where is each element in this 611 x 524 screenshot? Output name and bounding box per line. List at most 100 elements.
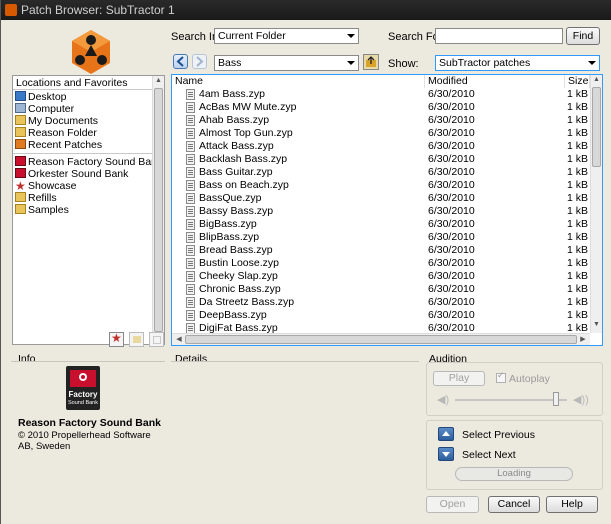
folder-icon: [15, 204, 26, 214]
scroll-up-icon[interactable]: ▲: [153, 77, 164, 84]
folder-dropdown[interactable]: Bass: [214, 55, 359, 71]
volume-slider-thumb[interactable]: [552, 392, 559, 406]
add-folder-favorite-button[interactable]: [129, 332, 144, 347]
location-orkester-sound-bank[interactable]: Orkester Sound Bank: [15, 168, 128, 180]
forward-button[interactable]: [192, 54, 207, 69]
show-dropdown[interactable]: SubTractor patches: [435, 55, 600, 71]
scroll-down-icon[interactable]: ▼: [591, 321, 602, 328]
search-in-dropdown[interactable]: Current Folder: [214, 28, 359, 44]
patch-file-icon: [186, 128, 195, 139]
parent-folder-button[interactable]: [363, 54, 379, 70]
cancel-button[interactable]: Cancel: [488, 496, 540, 513]
scrollbar-thumb[interactable]: [185, 335, 577, 344]
location-label: Desktop: [28, 91, 67, 103]
file-row[interactable]: Ahab Bass.zyp 6/30/2010 1 kB: [172, 114, 590, 127]
file-row[interactable]: Bass on Beach.zyp 6/30/2010 1 kB: [172, 179, 590, 192]
file-modified: 6/30/2010: [428, 127, 475, 139]
soundbank-icon: [15, 168, 26, 178]
location-label: Orkester Sound Bank: [28, 168, 129, 180]
patch-file-icon: [186, 232, 195, 243]
location-computer[interactable]: Computer: [15, 103, 74, 115]
file-row[interactable]: Da Streetz Bass.zyp 6/30/2010 1 kB: [172, 296, 590, 309]
find-button[interactable]: Find: [566, 27, 600, 45]
scroll-up-icon[interactable]: ▲: [591, 76, 602, 83]
file-row[interactable]: Attack Bass.zyp 6/30/2010 1 kB: [172, 140, 590, 153]
back-button[interactable]: [173, 54, 188, 69]
file-name: DeepBass.zyp: [199, 309, 267, 321]
search-in-value: Current Folder: [218, 30, 286, 42]
file-row[interactable]: Cheeky Slap.zyp 6/30/2010 1 kB: [172, 270, 590, 283]
file-size: 1 kB: [567, 88, 589, 100]
file-row[interactable]: Bassy Bass.zyp 6/30/2010 1 kB: [172, 205, 590, 218]
file-row[interactable]: BigBass.zyp 6/30/2010 1 kB: [172, 218, 590, 231]
column-header-modified[interactable]: Modified: [425, 75, 565, 88]
location-my-documents[interactable]: My Documents: [15, 115, 98, 127]
location-reason-folder[interactable]: Reason Folder: [15, 127, 97, 139]
patch-file-icon: [186, 245, 195, 256]
file-row[interactable]: BlipBass.zyp 6/30/2010 1 kB: [172, 231, 590, 244]
divider: [171, 361, 419, 362]
scroll-right-icon[interactable]: ▶: [578, 335, 588, 343]
folder-icon: [15, 115, 26, 125]
file-modified: 6/30/2010: [428, 114, 475, 126]
file-size: 1 kB: [567, 205, 589, 217]
select-previous-button[interactable]: [438, 427, 454, 441]
show-value: SubTractor patches: [439, 57, 531, 69]
column-header-name[interactable]: Name: [172, 75, 425, 88]
location-label: Samples: [28, 204, 69, 216]
patch-file-icon: [186, 193, 195, 204]
file-name: Bustin Loose.zyp: [199, 257, 279, 269]
file-row[interactable]: Bustin Loose.zyp 6/30/2010 1 kB: [172, 257, 590, 270]
search-for-input[interactable]: [435, 28, 563, 44]
file-row[interactable]: Chronic Bass.zyp 6/30/2010 1 kB: [172, 283, 590, 296]
location-label: Computer: [28, 103, 75, 115]
file-modified: 6/30/2010: [428, 283, 475, 295]
file-row[interactable]: Backlash Bass.zyp 6/30/2010 1 kB: [172, 153, 590, 166]
file-list-vscrollbar[interactable]: ▲ ▼: [590, 75, 602, 333]
patch-file-icon: [186, 154, 195, 165]
file-modified: 6/30/2010: [428, 88, 475, 100]
checkmark-icon: ✓: [497, 370, 505, 380]
scroll-left-icon[interactable]: ◀: [174, 335, 184, 343]
location-showcase[interactable]: ★ Showcase: [15, 180, 76, 192]
file-row[interactable]: 4am Bass.zyp 6/30/2010 1 kB: [172, 88, 590, 101]
open-button[interactable]: Open: [426, 496, 479, 513]
file-row[interactable]: DigiFat Bass.zyp 6/30/2010 1 kB: [172, 322, 590, 333]
select-next-button[interactable]: [438, 447, 454, 461]
recent-icon: [15, 139, 26, 149]
scrollbar-thumb[interactable]: [154, 88, 163, 332]
locations-scrollbar[interactable]: ▲ ▼: [152, 76, 164, 344]
location-refills[interactable]: Refills: [15, 192, 57, 204]
volume-low-icon: ◀): [437, 394, 450, 406]
file-row[interactable]: Almost Top Gun.zyp 6/30/2010 1 kB: [172, 127, 590, 140]
file-row[interactable]: BassQue.zyp 6/30/2010 1 kB: [172, 192, 590, 205]
desktop-icon: [15, 91, 26, 101]
play-button[interactable]: Play: [433, 371, 485, 386]
location-desktop[interactable]: Desktop: [15, 91, 67, 103]
location-reason-factory-sound-bank[interactable]: Reason Factory Sound Bank: [15, 156, 162, 168]
badge-subtitle: Sound Bank: [68, 400, 98, 406]
file-list-hscrollbar[interactable]: ◀ ▶: [172, 333, 590, 345]
file-size: 1 kB: [567, 309, 589, 321]
help-button[interactable]: Help: [546, 496, 598, 513]
badge-logo-icon: [70, 370, 96, 387]
autoplay-checkbox[interactable]: ✓: [496, 370, 506, 383]
location-recent-patches[interactable]: Recent Patches: [15, 139, 102, 151]
volume-slider-track[interactable]: [455, 399, 567, 401]
reason-logo-icon: [72, 30, 110, 74]
patch-file-icon: [186, 271, 195, 282]
app-icon: [5, 4, 17, 16]
file-row[interactable]: DeepBass.zyp 6/30/2010 1 kB: [172, 309, 590, 322]
file-row[interactable]: AcBas MW Mute.zyp 6/30/2010 1 kB: [172, 101, 590, 114]
file-size: 1 kB: [567, 140, 589, 152]
file-name: BlipBass.zyp: [199, 231, 260, 243]
location-samples[interactable]: Samples: [15, 204, 69, 216]
column-header-size[interactable]: Size: [565, 75, 590, 88]
scrollbar-thumb[interactable]: [592, 87, 601, 167]
file-name: Almost Top Gun.zyp: [199, 127, 293, 139]
add-favorite-button[interactable]: ★: [109, 331, 124, 347]
file-row[interactable]: Bread Bass.zyp 6/30/2010 1 kB: [172, 244, 590, 257]
file-size: 1 kB: [567, 218, 589, 230]
file-row[interactable]: Bass Guitar.zyp 6/30/2010 1 kB: [172, 166, 590, 179]
remove-favorite-button[interactable]: [149, 332, 164, 347]
